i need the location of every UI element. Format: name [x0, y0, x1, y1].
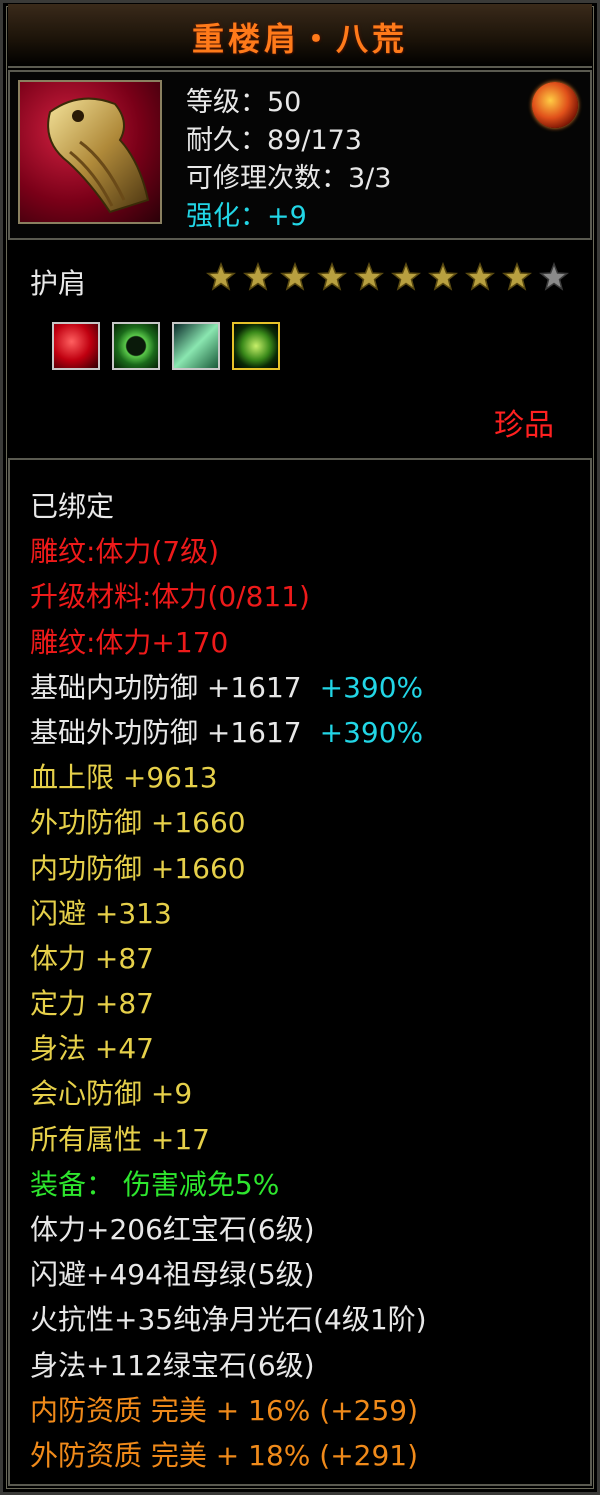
item-icon — [18, 80, 162, 224]
emerald-ring-gem-icon[interactable] — [112, 322, 160, 370]
attribute-line: 闪避+494祖母绿(5级) — [30, 1252, 427, 1297]
attribute-text: 内功防御 +1660 — [30, 851, 246, 885]
attribute-text: 体力 +87 — [30, 941, 154, 975]
star-filled-icon — [206, 262, 236, 291]
attribute-text: 定力 +87 — [30, 987, 154, 1021]
star-filled-icon — [502, 262, 532, 291]
shoulder-guard-icon — [47, 97, 150, 214]
attribute-line: 会心防御 +9 — [30, 1071, 427, 1116]
attribute-text: 会心防御 +9 — [30, 1077, 193, 1111]
star-filled-icon — [243, 262, 273, 291]
attribute-text: 所有属性 +17 — [30, 1122, 210, 1156]
attribute-line: 雕纹:体力(7级) — [30, 529, 427, 574]
enhance-text: 强化：+9 — [186, 201, 307, 232]
attribute-line: 火抗性+35纯净月光石(4级1阶) — [30, 1297, 427, 1342]
star-empty-icon — [539, 262, 569, 291]
attribute-line: 升级材料:体力(0/811) — [30, 574, 427, 619]
attribute-text: 装备： 伤害减免5% — [30, 1167, 280, 1201]
attribute-list: 已绑定雕纹:体力(7级) 升级材料:体力(0/811) 雕纹:体力+170 基础内功防… — [30, 484, 427, 1478]
level-text: 等级：50 — [186, 87, 302, 118]
attribute-line: 外防资质 完美 + 18% (+291) — [30, 1433, 427, 1478]
rarity-label: 珍品 — [494, 408, 554, 443]
ruby-gem-icon[interactable] — [52, 322, 100, 370]
durability-text: 耐久：89/173 — [186, 125, 362, 156]
attribute-text: 基础内功防御 +1617 — [30, 670, 302, 704]
attribute-text: 雕纹:体力(7级) — [30, 535, 220, 569]
attribute-text: 外防资质 完美 + 18% (+291) — [30, 1438, 419, 1472]
attribute-line: 基础外功防御 +1617 +390% — [30, 710, 427, 755]
attribute-text: 已绑定 — [30, 490, 115, 523]
socketed-gems — [52, 322, 280, 370]
title-bar: 重楼肩・八荒 — [8, 4, 592, 68]
star-filled-icon — [317, 262, 347, 291]
attribute-text: 体力+206红宝石(6级) — [30, 1213, 315, 1246]
attribute-text: 内防资质 完美 + 16% (+259) — [30, 1393, 419, 1427]
item-title: 重楼肩・八荒 — [191, 20, 408, 58]
attribute-text: 升级材料:体力(0/811) — [30, 580, 310, 614]
attribute-line: 身法+112绿宝石(6级) — [30, 1343, 427, 1388]
attribute-text: 闪避+494祖母绿(5级) — [30, 1258, 315, 1292]
attribute-line: 体力+206红宝石(6级) — [30, 1207, 427, 1252]
green-round-gem-icon[interactable] — [232, 322, 280, 370]
attribute-text: 火抗性+35纯净月光石(4级1阶) — [30, 1303, 427, 1337]
attribute-text: 外功防御 +1660 — [30, 806, 246, 840]
attribute-line: 内功防御 +1660 — [30, 846, 427, 891]
attribute-line: 装备： 伤害减免5% — [30, 1162, 427, 1207]
attribute-bonus-percent: +390% — [319, 670, 424, 704]
attribute-line: 基础内功防御 +1617 +390% — [30, 665, 427, 710]
item-type-label: 护肩 — [30, 267, 87, 300]
attribute-line: 内防资质 完美 + 16% (+259) — [30, 1388, 427, 1433]
attribute-line: 身法 +47 — [30, 1026, 427, 1071]
star-filled-icon — [391, 262, 421, 291]
attribute-line: 雕纹:体力+170 — [30, 620, 427, 665]
star-filled-icon — [354, 262, 384, 291]
attribute-line: 体力 +87 — [30, 936, 427, 981]
attribute-text: 身法+112绿宝石(6级) — [30, 1348, 315, 1382]
attribute-text: 闪避 +313 — [30, 896, 172, 930]
attribute-text: 身法 +47 — [30, 1032, 154, 1066]
star-rating — [206, 262, 569, 292]
attribute-line: 定力 +87 — [30, 981, 427, 1026]
star-filled-icon — [280, 262, 310, 291]
attribute-bonus-percent: +390% — [319, 715, 424, 749]
attribute-line: 已绑定 — [30, 484, 427, 529]
attribute-text: 雕纹:体力+170 — [30, 625, 229, 659]
attribute-line: 外功防御 +1660 — [30, 800, 427, 845]
repair-count-text: 可修理次数：3/3 — [186, 163, 392, 194]
attribute-text: 基础外功防御 +1617 — [30, 715, 302, 749]
attribute-line: 所有属性 +17 — [30, 1117, 427, 1162]
jade-crystal-gem-icon[interactable] — [172, 322, 220, 370]
star-filled-icon — [428, 262, 458, 291]
attribute-line: 闪避 +313 — [30, 891, 427, 936]
attribute-text: 血上限 +9613 — [30, 761, 218, 795]
attribute-line: 血上限 +9613 — [30, 755, 427, 800]
fire-dragon-badge-icon — [532, 82, 578, 128]
star-filled-icon — [465, 262, 495, 291]
